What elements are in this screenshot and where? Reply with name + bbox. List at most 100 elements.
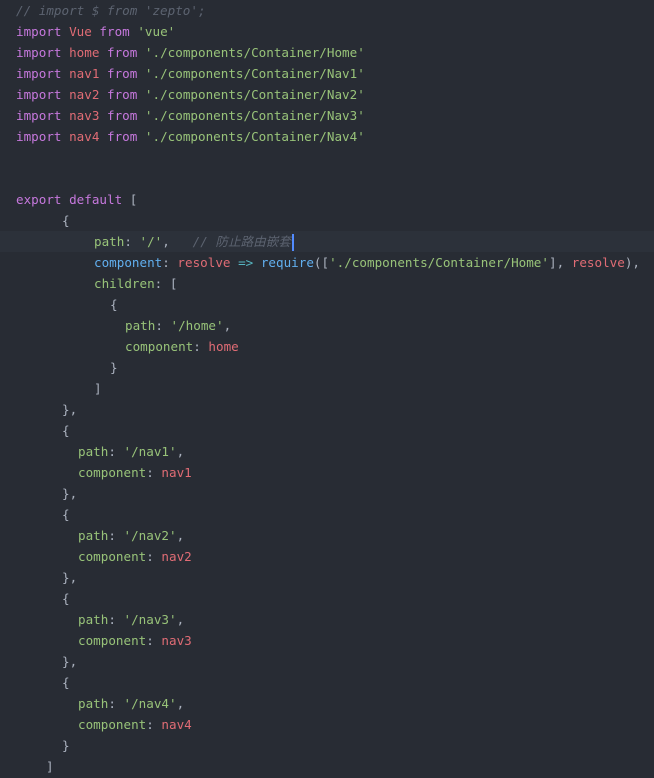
code-line-content: ]	[94, 378, 102, 399]
code-token: component	[78, 633, 147, 648]
code-line[interactable]: component: nav3	[0, 630, 654, 651]
code-token: }	[62, 738, 70, 753]
code-token: require	[260, 255, 314, 270]
code-token: 'vue'	[137, 24, 176, 39]
code-line[interactable]	[0, 147, 654, 168]
code-line[interactable]: // import $ from 'zepto';	[0, 0, 654, 21]
code-line[interactable]: import Vue from 'vue'	[0, 21, 654, 42]
code-line-content: {	[62, 420, 70, 441]
code-token: path	[125, 318, 156, 333]
code-line-content: path: '/', // 防止路由嵌套	[94, 231, 294, 252]
code-line-content: // import $ from 'zepto';	[16, 0, 206, 21]
code-editor[interactable]: // import $ from 'zepto'; import Vue from…	[0, 0, 654, 778]
code-token: component	[78, 465, 147, 480]
code-line[interactable]: import nav3 from './components/Container…	[0, 105, 654, 126]
code-line[interactable]: export default [	[0, 189, 654, 210]
code-token: './components/Container/Nav1'	[144, 66, 365, 81]
code-line[interactable]: component: nav2	[0, 546, 654, 567]
code-line[interactable]	[0, 168, 654, 189]
code-line[interactable]: path: '/nav2',	[0, 525, 654, 546]
code-line[interactable]: },	[0, 399, 654, 420]
code-token: {	[62, 423, 70, 438]
code-token: ],	[548, 255, 572, 270]
code-line-content: import nav2 from './components/Container…	[16, 84, 365, 105]
code-line-content: export default [	[16, 189, 137, 210]
code-token: :	[108, 696, 124, 711]
code-line[interactable]: {	[0, 672, 654, 693]
code-line[interactable]: {	[0, 588, 654, 609]
code-token: from	[107, 129, 145, 144]
code-line[interactable]: path: '/nav1',	[0, 441, 654, 462]
code-line-content: },	[62, 567, 77, 588]
code-token: nav2	[161, 549, 192, 564]
code-line-content: },	[62, 483, 77, 504]
code-token: {	[62, 507, 70, 522]
code-line[interactable]: path: '/home',	[0, 315, 654, 336]
code-line[interactable]: children: [	[0, 273, 654, 294]
code-line[interactable]: {	[0, 294, 654, 315]
code-token: home	[69, 45, 107, 60]
code-token: home	[208, 339, 239, 354]
code-line[interactable]: component: home	[0, 336, 654, 357]
code-line[interactable]: import nav4 from './components/Container…	[0, 126, 654, 147]
code-line[interactable]: path: '/nav3',	[0, 609, 654, 630]
code-token: import	[16, 45, 70, 60]
code-token: nav4	[161, 717, 192, 732]
code-line[interactable]: {	[0, 420, 654, 441]
code-line-content: component: home	[125, 336, 239, 357]
code-token: :	[108, 612, 124, 627]
code-token: ([	[313, 255, 330, 270]
code-token: Vue	[69, 24, 100, 39]
code-token: {	[110, 297, 118, 312]
code-token: :	[146, 717, 162, 732]
code-line-content: path: '/nav1',	[78, 441, 184, 462]
code-token: export default	[16, 192, 130, 207]
code-token: path	[78, 528, 109, 543]
code-token: './components/Container/Nav2'	[144, 87, 365, 102]
code-token: ,	[162, 234, 193, 249]
code-token: // import $ from 'zepto';	[16, 3, 206, 18]
code-line[interactable]: import nav2 from './components/Container…	[0, 84, 654, 105]
code-line-content: {	[110, 294, 118, 315]
code-line[interactable]: {	[0, 504, 654, 525]
code-line-content: component: nav1	[78, 462, 192, 483]
code-token: ]	[94, 381, 102, 396]
code-token: '/'	[139, 234, 163, 249]
code-line[interactable]: component: resolve => require(['./compon…	[0, 252, 654, 273]
code-token: component	[94, 255, 163, 270]
code-token: './components/Container/Nav4'	[144, 129, 365, 144]
code-line[interactable]: path: '/', // 防止路由嵌套	[0, 231, 654, 252]
code-line-content: path: '/nav2',	[78, 525, 184, 546]
code-line[interactable]: },	[0, 483, 654, 504]
code-line[interactable]: component: nav4	[0, 714, 654, 735]
code-token: :	[124, 234, 140, 249]
code-token: },	[62, 486, 78, 501]
code-token: ,	[176, 696, 185, 711]
code-line[interactable]: },	[0, 651, 654, 672]
code-line[interactable]: ]	[0, 756, 654, 777]
code-line[interactable]: },	[0, 567, 654, 588]
code-token: :	[162, 255, 178, 270]
code-line[interactable]: }	[0, 357, 654, 378]
code-line-content: ]	[46, 756, 54, 777]
code-line-content: import home from './components/Container…	[16, 42, 365, 63]
code-token: '/nav4'	[123, 696, 177, 711]
code-line[interactable]: ]	[0, 378, 654, 399]
code-line[interactable]: path: '/nav4',	[0, 693, 654, 714]
code-line-content: path: '/nav3',	[78, 609, 184, 630]
code-token: children	[94, 276, 155, 291]
code-line[interactable]: import home from './components/Container…	[0, 42, 654, 63]
code-token: component	[78, 717, 147, 732]
code-token: nav1	[161, 465, 192, 480]
code-token: path	[78, 444, 109, 459]
code-line[interactable]: }	[0, 735, 654, 756]
code-line-content: },	[62, 399, 77, 420]
code-line[interactable]: {	[0, 210, 654, 231]
code-line-content: {	[62, 588, 70, 609]
code-token: ,	[176, 612, 185, 627]
code-line[interactable]: component: nav1	[0, 462, 654, 483]
code-line-content: component: nav4	[78, 714, 192, 735]
code-token: path	[78, 696, 109, 711]
code-token: '/nav3'	[123, 612, 177, 627]
code-line[interactable]: import nav1 from './components/Container…	[0, 63, 654, 84]
